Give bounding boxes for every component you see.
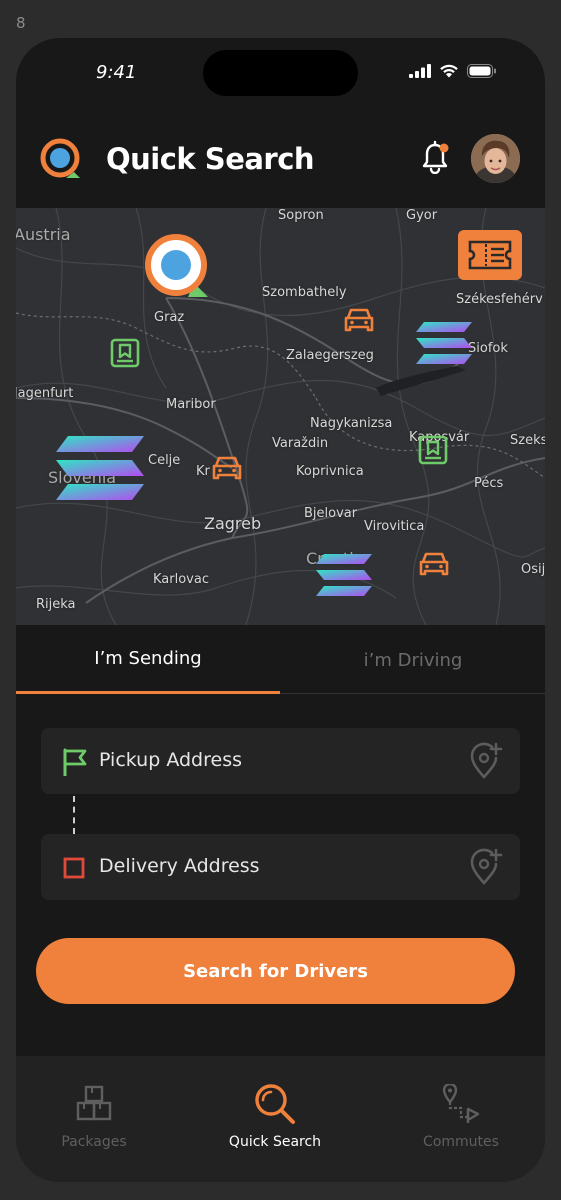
page-title: Quick Search <box>106 142 315 176</box>
map-label: Varaždin <box>272 436 329 451</box>
delivery-address-label: Delivery Address <box>99 855 260 877</box>
map-label: Székesfehérv <box>456 292 543 307</box>
solana-token-icon <box>316 554 372 596</box>
map-label: Szeks <box>510 433 545 448</box>
user-avatar[interactable] <box>471 134 520 183</box>
map-label: Zagreb <box>204 514 262 533</box>
wifi-icon <box>440 64 458 78</box>
tab-driving[interactable]: i’m Driving <box>281 626 545 694</box>
phone-screen: 9:41 Quick Search Austria Sopron Gyor Sz… <box>16 38 545 1182</box>
add-location-icon[interactable] <box>470 742 504 784</box>
car-marker[interactable] <box>343 306 375 338</box>
route-icon <box>441 1082 481 1126</box>
status-icons <box>409 64 497 78</box>
map-label: Pécs <box>474 476 504 491</box>
nav-commutes[interactable]: Commutes <box>373 1056 545 1156</box>
token-marker[interactable] <box>414 320 474 370</box>
car-icon <box>212 456 242 480</box>
battery-icon <box>467 64 496 78</box>
map-label: Szombathely <box>262 285 347 300</box>
bell-icon <box>422 140 449 175</box>
delivery-address-field[interactable]: Delivery Address <box>41 834 520 900</box>
route-connector <box>73 796 75 834</box>
nav-quick-search-label: Quick Search <box>228 1134 322 1150</box>
token-marker[interactable] <box>314 552 374 602</box>
car-icon <box>419 552 449 576</box>
map-label: Nagykanizsa <box>310 416 393 431</box>
map-label: Bjelovar <box>304 506 358 521</box>
map-label: Austria <box>16 225 71 244</box>
status-time: 9:41 <box>96 62 137 83</box>
cellular-signal-icon <box>409 64 431 78</box>
search-icon <box>253 1082 297 1126</box>
nav-packages[interactable]: Packages <box>16 1056 182 1156</box>
map-label: Koprivnica <box>296 464 364 479</box>
token-marker[interactable] <box>54 434 146 508</box>
location-pin-icon <box>145 234 208 297</box>
app-logo <box>40 138 82 184</box>
status-bar: 9:41 <box>16 38 545 118</box>
search-drivers-button[interactable]: Search for Drivers <box>36 938 515 1004</box>
map-label: Kr <box>196 464 210 479</box>
solana-token-icon <box>56 436 144 500</box>
ticket-marker[interactable] <box>458 230 522 284</box>
map-label: Karlovac <box>153 572 209 587</box>
map-label: Gyor <box>406 208 438 223</box>
notification-button[interactable] <box>420 140 450 178</box>
package-marker[interactable] <box>110 338 140 372</box>
tab-sending[interactable]: I’m Sending <box>16 626 280 694</box>
ticket-icon <box>458 230 522 280</box>
bookmark-box-icon <box>418 435 448 465</box>
package-marker[interactable] <box>418 435 448 469</box>
map-label: Virovitica <box>364 519 425 534</box>
pickup-address-field[interactable]: Pickup Address <box>41 728 520 794</box>
map-label: Sopron <box>278 208 324 223</box>
pickup-address-label: Pickup Address <box>99 749 242 771</box>
frame-label: 8 <box>16 14 26 32</box>
mode-tabs: I’m Sending i’m Driving <box>16 626 545 694</box>
bottom-nav: Packages Quick Search Commutes <box>16 1056 545 1182</box>
map-label: Celje <box>148 453 181 468</box>
nav-commutes-label: Commutes <box>423 1134 499 1150</box>
solana-token-icon <box>416 322 472 364</box>
location-pin-marker[interactable] <box>144 233 210 303</box>
nav-quick-search[interactable]: Quick Search <box>187 1056 363 1156</box>
bookmark-box-icon <box>110 338 140 368</box>
dynamic-island <box>203 50 358 96</box>
square-icon <box>61 854 89 886</box>
map-label: lagenfurt <box>16 386 74 401</box>
flag-icon <box>61 748 89 780</box>
packages-icon <box>76 1082 112 1126</box>
add-location-icon[interactable] <box>470 848 504 890</box>
map-label: Zalaegerszeg <box>286 348 374 363</box>
map-label: Graz <box>154 310 185 325</box>
map-view[interactable]: Austria Sopron Gyor Szombathely Székesfe… <box>16 208 545 625</box>
car-marker[interactable] <box>211 454 243 486</box>
car-icon <box>344 308 374 332</box>
map-label: Osij <box>521 562 545 577</box>
nav-packages-label: Packages <box>61 1134 127 1150</box>
app-logo-icon <box>40 138 80 178</box>
car-marker[interactable] <box>418 550 450 582</box>
header: Quick Search <box>16 118 545 208</box>
map-label: Rijeka <box>36 597 76 612</box>
avatar-image <box>471 134 520 183</box>
map-label: Maribor <box>166 397 216 412</box>
